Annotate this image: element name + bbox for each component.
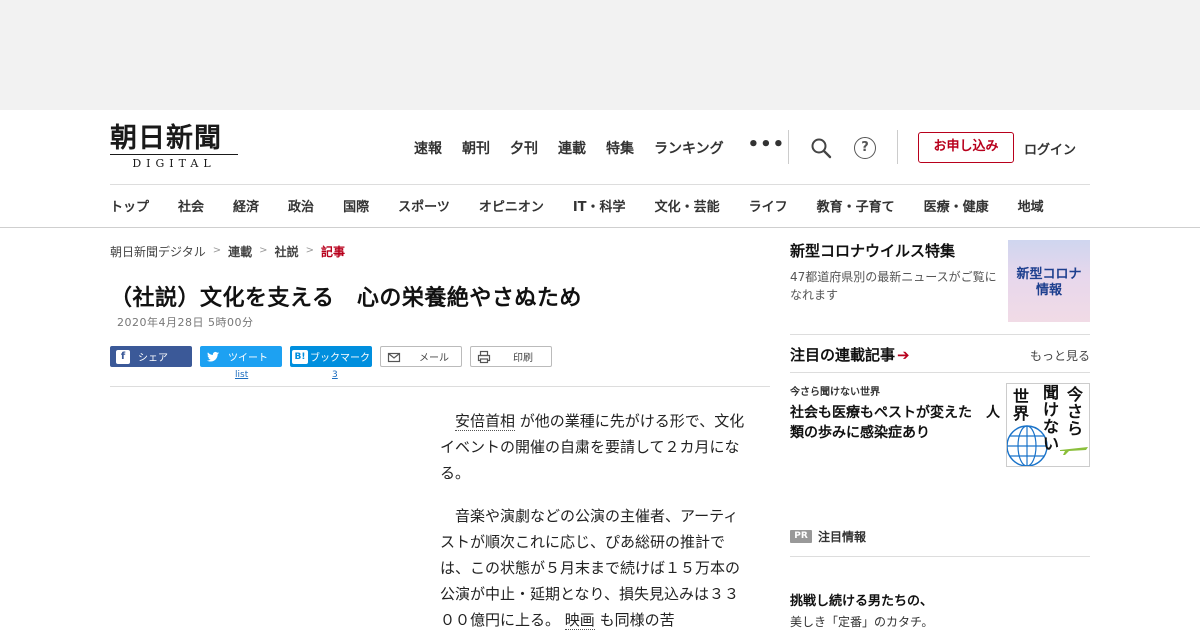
mail-share-button[interactable]: メール <box>380 346 462 367</box>
promo-title[interactable]: 挑戦し続ける男たちの、 <box>790 590 1090 609</box>
promo-item[interactable]: 挑戦し続ける男たちの、 美しき「定番」のカタチ。 <box>790 590 1090 630</box>
more-menu-icon[interactable]: ••• <box>748 136 786 158</box>
breadcrumb-separator: > <box>212 245 222 256</box>
article-divider <box>110 386 770 387</box>
serial-article-title[interactable]: 社会も医療もペストが変えた 人類の歩みに感染症あり <box>790 403 1000 443</box>
breadcrumb-home[interactable]: 朝日新聞デジタル <box>110 243 206 260</box>
topnav-morning[interactable]: 朝刊 <box>462 138 490 158</box>
serial-thumb-text: 世界 <box>1013 387 1030 423</box>
cat-economy[interactable]: 経済 <box>233 196 259 215</box>
hatena-bookmark-label: ブックマーク <box>310 353 370 364</box>
top-nav: 速報 朝刊 夕刊 連載 特集 ランキング ••• <box>414 136 805 158</box>
covid-thumb-line: 新型コロナ <box>1016 267 1082 282</box>
facebook-icon: f <box>116 349 130 364</box>
pr-section-title: 注目情報 <box>818 529 867 544</box>
cat-education[interactable]: 教育・子育て <box>817 196 895 215</box>
covid-special-description: 47都道府県別の最新ニュースがご覧になれます <box>790 270 997 302</box>
cat-society[interactable]: 社会 <box>178 196 204 215</box>
topnav-serial[interactable]: 連載 <box>558 138 586 158</box>
cat-international[interactable]: 国際 <box>343 196 369 215</box>
serial-article-card[interactable]: 今さら聞けない世界 社会も医療もペストが変えた 人類の歩みに感染症あり 世界 聞… <box>790 383 1090 467</box>
print-button[interactable]: 印刷 <box>470 346 552 367</box>
header-rule <box>110 184 1090 185</box>
airplane-icon <box>1060 447 1088 455</box>
featured-serial-title[interactable]: 注目の連載記事 <box>790 346 895 364</box>
print-icon <box>477 350 491 363</box>
article-date: 2020年4月28日 5時00分 <box>117 316 254 329</box>
subscribe-button[interactable]: お申し込み <box>918 132 1014 163</box>
topnav-breaking[interactable]: 速報 <box>414 138 442 158</box>
cat-health[interactable]: 医療・健康 <box>924 196 989 215</box>
covid-thumbnail[interactable]: 新型コロナ 情報 <box>1008 240 1090 322</box>
logo-kanji: 朝日新聞 <box>110 123 222 154</box>
topnav-feature[interactable]: 特集 <box>606 138 634 158</box>
sidebar-divider <box>790 372 1090 373</box>
covid-special-box[interactable]: 新型コロナウイルス特集 47都道府県別の最新ニュースがご覧になれます 新型コロナ… <box>790 240 1090 330</box>
cat-culture[interactable]: 文化・芸能 <box>655 196 720 215</box>
pr-section-header: PR 注目情報 <box>790 528 1090 544</box>
article-body: 安倍首相 が他の業種に先がける形で、文化イベントの開催の自粛を要請して２カ月にな… <box>440 408 746 630</box>
cat-opinion[interactable]: オピニオン <box>479 196 544 215</box>
hatena-bookmark-button[interactable]: B! ブックマーク <box>290 346 372 367</box>
serial-thumb-text: 今さら <box>1067 385 1084 438</box>
hatena-icon: B! <box>292 349 308 364</box>
cat-politics[interactable]: 政治 <box>288 196 314 215</box>
article-paragraph: 音楽や演劇などの公演の主催者、アーティストが順次これに応じ、ぴあ総研の推計では、… <box>440 503 746 630</box>
sidebar-divider <box>790 334 1090 335</box>
header-divider <box>897 130 898 164</box>
cat-region[interactable]: 地域 <box>1018 196 1044 215</box>
ad-banner-area <box>0 0 1200 110</box>
login-link[interactable]: ログイン <box>1024 139 1076 158</box>
article-paragraph: 安倍首相 が他の業種に先がける形で、文化イベントの開催の自粛を要請して２カ月にな… <box>440 408 746 486</box>
breadcrumb-current: 記事 <box>320 245 345 259</box>
twitter-bird-icon <box>206 351 220 362</box>
see-more-link[interactable]: もっと見る <box>1030 347 1090 364</box>
facebook-share-button[interactable]: f シェア <box>110 346 192 367</box>
article-text: も同様の苦 <box>599 611 675 629</box>
twitter-share-button[interactable]: ツイート <box>200 346 282 367</box>
keyword-link[interactable]: 映画 <box>564 611 595 630</box>
breadcrumb-separator: > <box>305 245 314 256</box>
pr-badge: PR <box>790 529 812 543</box>
article-title: （社説）文化を支える 心の栄養絶やさぬため <box>110 286 582 311</box>
topnav-evening[interactable]: 夕刊 <box>510 138 538 158</box>
category-nav: トップ 社会 経済 政治 国際 スポーツ オピニオン IT・科学 文化・芸能 ラ… <box>110 196 1044 215</box>
help-icon[interactable]: ? <box>854 137 876 159</box>
keyword-link[interactable]: 安倍首相 <box>455 412 516 431</box>
featured-serial-header: 注目の連載記事 ➔ もっと見る <box>790 344 1090 364</box>
hatena-bookmark-count[interactable]: 3 <box>332 370 338 380</box>
twitter-share-count[interactable]: list <box>235 370 248 380</box>
search-icon[interactable] <box>810 137 832 159</box>
mail-icon <box>387 352 401 362</box>
logo-digital: DIGITAL <box>110 154 238 170</box>
twitter-share-label: ツイート <box>228 353 268 364</box>
breadcrumb-separator: > <box>259 245 268 256</box>
site-header: 朝日新聞 DIGITAL 速報 朝刊 夕刊 連載 特集 ランキング ••• ? … <box>0 110 1200 228</box>
cat-life[interactable]: ライフ <box>749 196 788 215</box>
cat-sports[interactable]: スポーツ <box>398 196 450 215</box>
cat-it-science[interactable]: IT・科学 <box>573 196 626 215</box>
facebook-share-label: シェア <box>138 353 168 364</box>
serial-thumbnail[interactable]: 世界 聞けない 今さら <box>1006 383 1090 467</box>
topnav-ranking[interactable]: ランキング <box>654 138 724 158</box>
mail-share-label: メール <box>419 353 449 364</box>
cat-top[interactable]: トップ <box>110 196 149 215</box>
promo-subtitle: 美しき「定番」のカタチ。 <box>790 615 934 629</box>
header-divider <box>788 130 789 164</box>
covid-thumb-line: 情報 <box>1035 283 1062 298</box>
asahi-digital-logo[interactable]: 朝日新聞 DIGITAL <box>110 124 240 170</box>
arrow-right-icon: ➔ <box>897 346 910 364</box>
sidebar-divider <box>790 556 1090 557</box>
breadcrumb-editorial[interactable]: 社説 <box>275 243 299 260</box>
print-label: 印刷 <box>513 353 533 364</box>
breadcrumb: 朝日新聞デジタル > 連載 > 社説 > 記事 <box>110 243 352 260</box>
breadcrumb-serial[interactable]: 連載 <box>228 243 252 260</box>
